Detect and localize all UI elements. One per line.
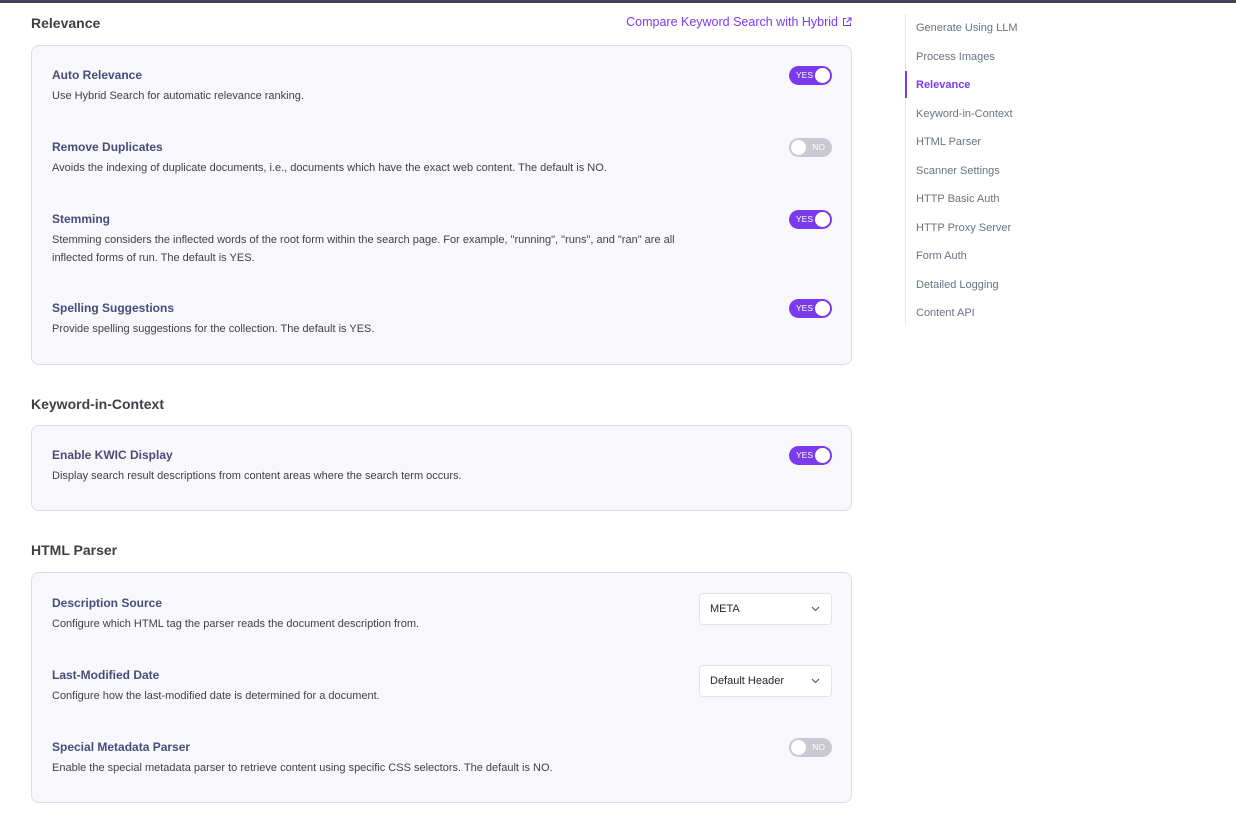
setting-title: Stemming <box>52 212 111 226</box>
toggle-knob <box>791 140 806 155</box>
relevance-card: Auto Relevance Use Hybrid Search for aut… <box>31 45 852 365</box>
nav-item-content-api[interactable]: Content API <box>916 307 975 319</box>
nav-item-process-images[interactable]: Process Images <box>916 51 995 63</box>
compare-search-link[interactable]: Compare Keyword Search with Hybrid <box>626 15 852 29</box>
setting-title: Special Metadata Parser <box>52 740 191 754</box>
nav-item-http-proxy-server[interactable]: HTTP Proxy Server <box>916 222 1011 234</box>
chevron-down-icon <box>811 678 820 684</box>
setting-description-source: Description Source Configure which HTML … <box>52 593 832 646</box>
active-nav-marker <box>905 71 907 98</box>
html-parser-section-header: HTML Parser <box>31 542 852 562</box>
setting-title: Remove Duplicates <box>52 140 163 154</box>
select-value: META <box>710 603 740 615</box>
setting-title: Auto Relevance <box>52 68 143 82</box>
description-source-select[interactable]: META <box>699 593 832 625</box>
nav-item-form-auth[interactable]: Form Auth <box>916 250 967 262</box>
setting-description-line-1: Stemming considers the inflected words o… <box>52 234 675 246</box>
toggle-knob <box>791 740 806 755</box>
toggle-knob <box>815 448 830 463</box>
toggle-knob <box>815 301 830 316</box>
setting-description-line-2: inflected forms of run. The default is Y… <box>52 251 255 264</box>
enable-kwic-toggle[interactable]: YES <box>789 446 832 465</box>
setting-title: Enable KWIC Display <box>52 448 173 462</box>
compare-link-label: Compare Keyword Search with Hybrid <box>626 15 838 29</box>
last-modified-date-select[interactable]: Default Header <box>699 665 832 697</box>
spelling-suggestions-toggle[interactable]: YES <box>789 299 832 318</box>
toggle-knob <box>815 212 830 227</box>
nav-item-detailed-logging[interactable]: Detailed Logging <box>916 279 999 291</box>
nav-item-scanner-settings[interactable]: Scanner Settings <box>916 165 1000 177</box>
toggle-knob <box>815 68 830 83</box>
toggle-state-label: YES <box>796 450 814 460</box>
html-parser-card: Description Source Configure which HTML … <box>31 572 852 803</box>
nav-item-relevance[interactable]: Relevance <box>916 79 970 91</box>
toggle-state-label: YES <box>796 303 814 313</box>
setting-title: Description Source <box>52 596 163 610</box>
toggle-state-label: YES <box>796 70 814 80</box>
select-value: Default Header <box>710 675 784 687</box>
section-title-html-parser: HTML Parser <box>31 542 118 558</box>
relevance-section-header: Relevance Compare Keyword Search with Hy… <box>31 15 852 35</box>
setting-description: Display search result descriptions from … <box>52 470 462 482</box>
setting-special-metadata-parser: Special Metadata Parser Enable the speci… <box>52 738 832 790</box>
setting-description: Avoids the indexing of duplicate documen… <box>52 162 607 174</box>
setting-remove-duplicates: Remove Duplicates Avoids the indexing of… <box>52 138 832 190</box>
section-title-kwic: Keyword-in-Context <box>31 396 164 412</box>
setting-title: Spelling Suggestions <box>52 301 175 315</box>
setting-spelling-suggestions: Spelling Suggestions Provide spelling su… <box>52 299 832 351</box>
toggle-state-label: NO <box>812 742 825 752</box>
stemming-toggle[interactable]: YES <box>789 210 832 229</box>
remove-duplicates-toggle[interactable]: NO <box>789 138 832 157</box>
setting-title: Last-Modified Date <box>52 668 160 682</box>
top-border <box>0 0 1236 3</box>
setting-description: Use Hybrid Search for automatic relevanc… <box>52 90 304 102</box>
setting-description: Configure how the last-modified date is … <box>52 690 380 702</box>
setting-enable-kwic: Enable KWIC Display Display search resul… <box>52 446 832 498</box>
setting-description: Provide spelling suggestions for the col… <box>52 323 375 335</box>
setting-description: Configure which HTML tag the parser read… <box>52 618 420 630</box>
nav-item-keyword-in-context[interactable]: Keyword-in-Context <box>916 108 1013 120</box>
nav-item-html-parser[interactable]: HTML Parser <box>916 136 981 148</box>
toggle-state-label: NO <box>812 142 825 152</box>
setting-stemming: Stemming Stemming considers the inflecte… <box>52 210 832 272</box>
nav-item-generate-using-llm[interactable]: Generate Using LLM <box>916 22 1018 34</box>
chevron-down-icon <box>811 606 820 612</box>
toggle-state-label: YES <box>796 214 814 224</box>
setting-last-modified-date: Last-Modified Date Configure how the las… <box>52 665 832 718</box>
nav-item-http-basic-auth[interactable]: HTTP Basic Auth <box>916 193 1000 205</box>
auto-relevance-toggle[interactable]: YES <box>789 66 832 85</box>
external-link-icon <box>843 17 852 26</box>
setting-auto-relevance: Auto Relevance Use Hybrid Search for aut… <box>52 66 832 118</box>
kwic-card: Enable KWIC Display Display search resul… <box>31 425 852 511</box>
section-nav: Generate Using LLM Process Images Releva… <box>905 14 1105 325</box>
setting-description: Enable the special metadata parser to re… <box>52 762 553 774</box>
section-title-relevance: Relevance <box>31 15 101 31</box>
kwic-section-header: Keyword-in-Context <box>31 396 852 416</box>
special-metadata-parser-toggle[interactable]: NO <box>789 738 832 757</box>
